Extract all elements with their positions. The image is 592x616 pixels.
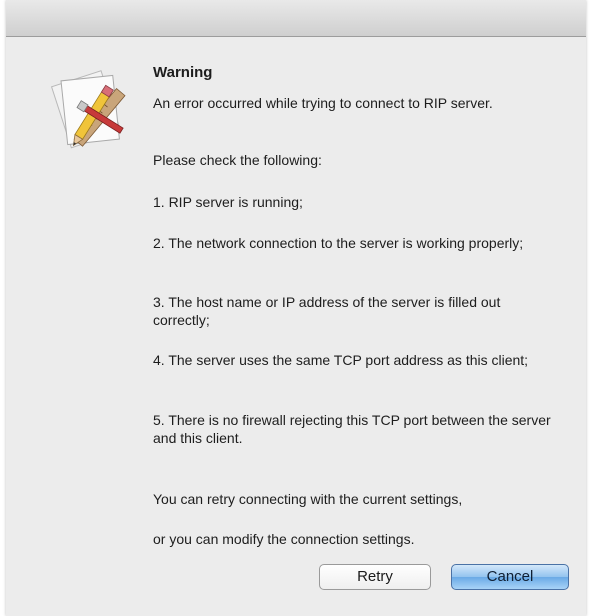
- check-item-3: 3. The host name or IP address of the se…: [153, 294, 501, 328]
- check-item-4: 4. The server uses the same TCP port add…: [153, 352, 529, 368]
- modify-note: or you can modify the connection setting…: [153, 531, 415, 547]
- title-bar[interactable]: [6, 0, 586, 37]
- check-item-2: 2. The network connection to the server …: [153, 235, 524, 251]
- check-item-1: 1. RIP server is running;: [153, 194, 303, 210]
- retry-button[interactable]: Retry: [319, 564, 431, 590]
- error-message: An error occurred while trying to connec…: [153, 95, 493, 111]
- check-heading: Please check the following:: [153, 152, 322, 168]
- cancel-button[interactable]: Cancel: [451, 564, 569, 590]
- message-content: Warning An error occurred while trying t…: [153, 64, 573, 547]
- check-item-5: 5. There is no firewall rejecting this T…: [153, 412, 551, 446]
- dialog-title: Warning: [153, 64, 213, 81]
- warning-dialog: Warning An error occurred while trying t…: [6, 0, 586, 616]
- retry-note: You can retry connecting with the curren…: [153, 491, 463, 507]
- app-document-pencil-icon: [40, 58, 140, 158]
